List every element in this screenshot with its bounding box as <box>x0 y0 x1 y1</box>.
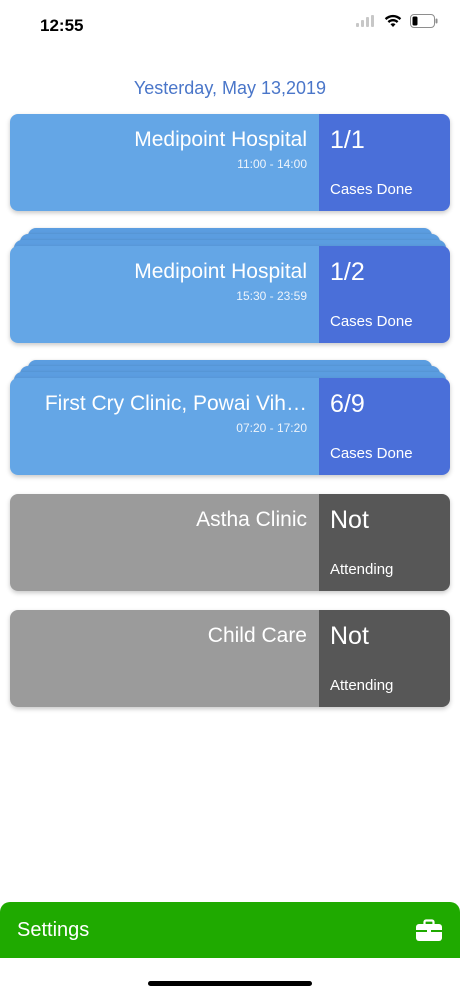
status-time: 12:55 <box>40 16 84 35</box>
card-body[interactable]: First Cry Clinic, Powai Vih… 07:20 - 17:… <box>10 378 450 475</box>
case-count-label: Cases Done <box>330 445 413 462</box>
settings-bar[interactable]: Settings <box>0 902 460 958</box>
home-indicator <box>148 981 312 986</box>
visit-card[interactable]: Medipoint Hospital 11:00 - 14:00 1/1 Cas… <box>10 114 450 211</box>
clinic-name: Medipoint Hospital <box>134 128 307 151</box>
visit-card[interactable]: Child Care Not Attending <box>10 610 450 707</box>
date-header: Yesterday, May 13,2019 <box>133 78 327 98</box>
case-status: 1/2 Cases Done <box>319 246 450 343</box>
case-status: Not Attending <box>319 610 450 707</box>
case-count: 6/9 <box>330 390 365 418</box>
clinic-name: First Cry Clinic, Powai Vih… <box>44 392 307 415</box>
case-count: 1/1 <box>330 126 365 154</box>
case-status: 6/9 Cases Done <box>319 378 450 475</box>
visit-time: 15:30 - 23:59 <box>236 289 307 303</box>
visit-card-stack[interactable]: Medipoint Hospital 15:30 - 23:59 1/2 Cas… <box>10 228 450 344</box>
visit-time: 11:00 - 14:00 <box>237 157 307 171</box>
card-body[interactable]: Child Care Not Attending <box>10 610 450 707</box>
case-count: Not <box>330 622 369 650</box>
signal-icon <box>356 15 374 27</box>
case-count-label: Cases Done <box>330 181 413 198</box>
card-body[interactable]: Medipoint Hospital 11:00 - 14:00 1/1 Cas… <box>10 114 450 211</box>
visit-card[interactable]: Astha Clinic Not Attending <box>10 494 450 591</box>
case-count-label: Cases Done <box>330 313 413 330</box>
clinic-name: Medipoint Hospital <box>134 260 307 283</box>
card-body[interactable]: Astha Clinic Not Attending <box>10 494 450 591</box>
card-body[interactable]: Medipoint Hospital 15:30 - 23:59 1/2 Cas… <box>10 246 450 343</box>
case-count: Not <box>330 506 369 534</box>
status-icons <box>356 14 438 28</box>
briefcase-icon[interactable] <box>416 919 442 941</box>
status-bar: 12:55 <box>0 0 460 52</box>
visit-time: 07:20 - 17:20 <box>236 421 307 435</box>
card-info: Medipoint Hospital 11:00 - 14:00 <box>10 114 319 211</box>
card-info: Medipoint Hospital 15:30 - 23:59 <box>10 246 319 343</box>
case-status: 1/1 Cases Done <box>319 114 450 211</box>
settings-label: Settings <box>17 919 90 941</box>
card-info: Astha Clinic <box>10 494 319 591</box>
clinic-name: Child Care <box>207 624 307 647</box>
case-status: Not Attending <box>319 494 450 591</box>
card-info: Child Care <box>10 610 319 707</box>
visit-card-stack[interactable]: First Cry Clinic, Powai Vih… 07:20 - 17:… <box>10 360 450 476</box>
case-count-label: Attending <box>330 561 394 578</box>
battery-icon <box>410 14 438 28</box>
clinic-name: Astha Clinic <box>196 508 307 531</box>
case-count: 1/2 <box>330 258 365 286</box>
wifi-icon <box>384 14 402 27</box>
case-count-label: Attending <box>330 677 394 694</box>
card-info: First Cry Clinic, Powai Vih… 07:20 - 17:… <box>10 378 319 475</box>
